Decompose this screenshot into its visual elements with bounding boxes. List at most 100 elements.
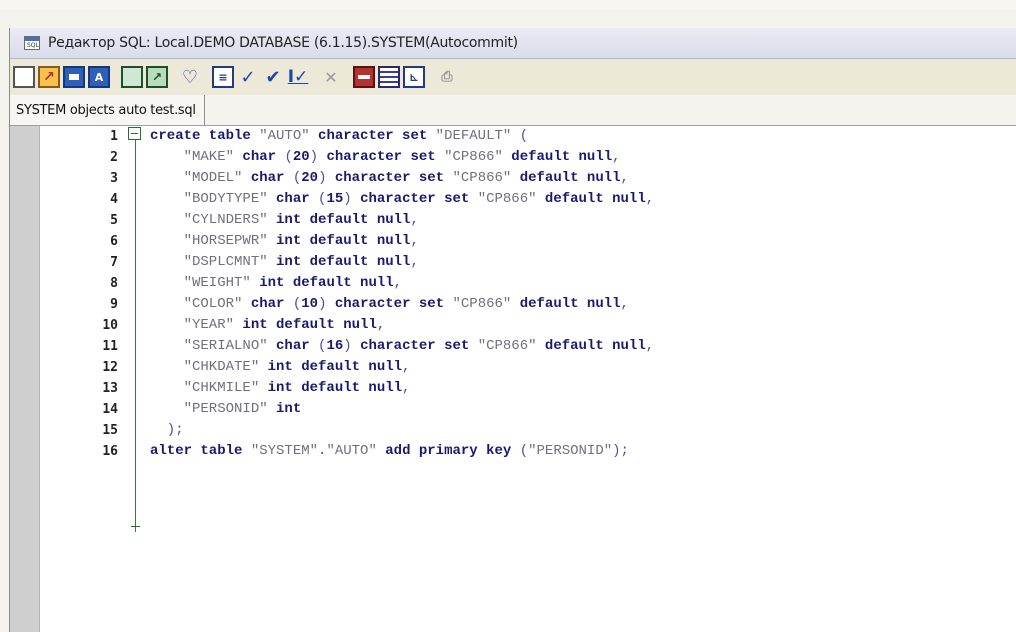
code-token: , (620, 170, 629, 186)
code-token: alter table (150, 443, 251, 459)
code-token: "PERSONID" (150, 401, 268, 417)
code-token: "COLOR" (150, 296, 243, 312)
code-token: 10 (301, 296, 319, 312)
code-token: char (267, 191, 319, 207)
code-token: ( (292, 170, 302, 186)
code-token: ) (309, 149, 319, 165)
code-text: "MAKE" char (20) character set "CP866" d… (150, 147, 621, 168)
code-text: "CHKMILE" int default null, (150, 378, 411, 399)
close-icon[interactable]: ✕ (320, 66, 342, 88)
code-token: "WEIGHT" (150, 275, 251, 291)
code-token: , (645, 191, 655, 207)
chart-icon[interactable]: ⊾ (403, 66, 425, 88)
code-line: 3 "MODEL" char (20) character set "CP866… (10, 168, 1016, 189)
line-number: 10 (102, 318, 118, 333)
code-text: "CHKDATE" int default null, (150, 357, 411, 378)
window-title: Редактор SQL: Local.DEMO DATABASE (6.1.1… (48, 35, 518, 51)
code-token: , (393, 275, 403, 291)
code-text: alter table "SYSTEM"."AUTO" add primary … (150, 441, 629, 462)
tab-bar: SYSTEM objects auto test.sql (10, 95, 1016, 126)
code-line: 8 "WEIGHT" int default null, (10, 273, 1016, 294)
code-token: char (267, 338, 319, 354)
code-token: default null (536, 191, 646, 207)
table-icon[interactable] (378, 66, 400, 88)
code-token: ); (612, 443, 629, 459)
code-token: default null (511, 170, 621, 186)
code-token: , (410, 233, 419, 249)
code-line: 6 "HORSEPWR" int default null, (10, 231, 1016, 252)
code-line: 4 "BODYTYPE" char (15) character set "CP… (10, 189, 1016, 210)
code-token: character set (318, 149, 445, 165)
stop-icon[interactable] (353, 66, 375, 88)
code-token: int default null (267, 212, 411, 228)
code-token: ( (292, 296, 302, 312)
check-icon[interactable]: ✓ (237, 66, 259, 88)
export-icon[interactable]: ↗ (146, 66, 168, 88)
code-token: , (402, 359, 411, 375)
code-token: int default null (267, 233, 411, 249)
code-token: "CYLNDERS" (150, 212, 268, 228)
line-number: 13 (102, 381, 118, 396)
code-lines: 1 create table "AUTO" character set "DEFA… (10, 126, 1016, 462)
code-token: ) (343, 191, 352, 207)
code-token: default null (511, 296, 621, 312)
code-token: int default null (234, 317, 377, 333)
code-line: 16 alter table "SYSTEM"."AUTO" add primar… (10, 441, 1016, 462)
code-token: , (376, 317, 386, 333)
code-editor[interactable]: 1 create table "AUTO" character set "DEFA… (10, 126, 1016, 632)
code-token: "MODEL" (150, 170, 243, 186)
top-strip (0, 0, 1016, 10)
code-token: default null (536, 338, 646, 354)
code-token: "CHKDATE" (150, 359, 260, 375)
code-line: 12 "CHKDATE" int default null, (10, 357, 1016, 378)
code-token: int default null (267, 254, 411, 270)
code-token: add primary key (376, 443, 520, 459)
code-token: "BODYTYPE" (150, 191, 268, 207)
code-token: ( (519, 443, 529, 459)
new-file-icon[interactable] (13, 66, 35, 88)
code-line: 1 create table "AUTO" character set "DEFA… (10, 126, 1016, 147)
code-token: ); (150, 422, 184, 438)
code-text: "MODEL" char (20) character set "CP866" … (150, 168, 629, 189)
code-token: "CHKMILE" (150, 380, 260, 396)
line-number: 8 (110, 276, 118, 291)
line-number: 2 (110, 150, 118, 165)
code-text: "COLOR" char (10) character set "CP866" … (150, 294, 629, 315)
line-number: 6 (110, 234, 118, 249)
print-icon[interactable]: ⎙ (436, 66, 458, 88)
code-text: "DSPLCMNT" int default null, (150, 252, 419, 273)
heart-icon[interactable]: ♡ (179, 66, 201, 88)
commit-icon[interactable]: ✔ (262, 66, 284, 88)
code-token: "CP866" (452, 296, 512, 312)
code-token: int default null (259, 380, 403, 396)
sql-editor-window: SQL Редактор SQL: Local.DEMO DATABASE (6… (9, 28, 1016, 632)
tab-sql-file[interactable]: SYSTEM objects auto test.sql (10, 95, 205, 125)
code-token: "MAKE" (150, 149, 235, 165)
line-number: 7 (110, 255, 118, 270)
line-number: 15 (102, 423, 118, 438)
code-token: "DEFAULT" (435, 128, 512, 144)
code-text: "WEIGHT" int default null, (150, 273, 402, 294)
code-token: ( (511, 128, 529, 144)
code-text: "PERSONID" int (150, 399, 302, 420)
code-token: character set (351, 191, 478, 207)
code-line: 11 "SERIALNO" char (16) character set "C… (10, 336, 1016, 357)
commit-step-icon[interactable]: I✓ (287, 66, 309, 88)
line-number: 14 (102, 402, 118, 417)
title-bar: SQL Редактор SQL: Local.DEMO DATABASE (6… (10, 28, 1016, 59)
save-as-icon[interactable]: A (88, 66, 110, 88)
code-token: "SYSTEM" (250, 443, 319, 459)
code-text: ); (150, 420, 184, 441)
list-icon[interactable]: ≡ (212, 66, 234, 88)
grid-icon[interactable] (121, 66, 143, 88)
code-token: ) (343, 338, 352, 354)
toolbar: ↗ A ↗ ♡ ≡ ✓ ✔ I✓ ✕ ⊾ ⎙ (10, 59, 1016, 95)
line-number: 16 (102, 444, 118, 459)
save-icon[interactable] (63, 66, 85, 88)
code-token: , (620, 296, 629, 312)
code-line: 13 "CHKMILE" int default null, (10, 378, 1016, 399)
code-line: 2 "MAKE" char (20) character set "CP866"… (10, 147, 1016, 168)
code-token: character set (309, 128, 436, 144)
code-token: 20 (292, 149, 310, 165)
open-file-icon[interactable]: ↗ (38, 66, 60, 88)
